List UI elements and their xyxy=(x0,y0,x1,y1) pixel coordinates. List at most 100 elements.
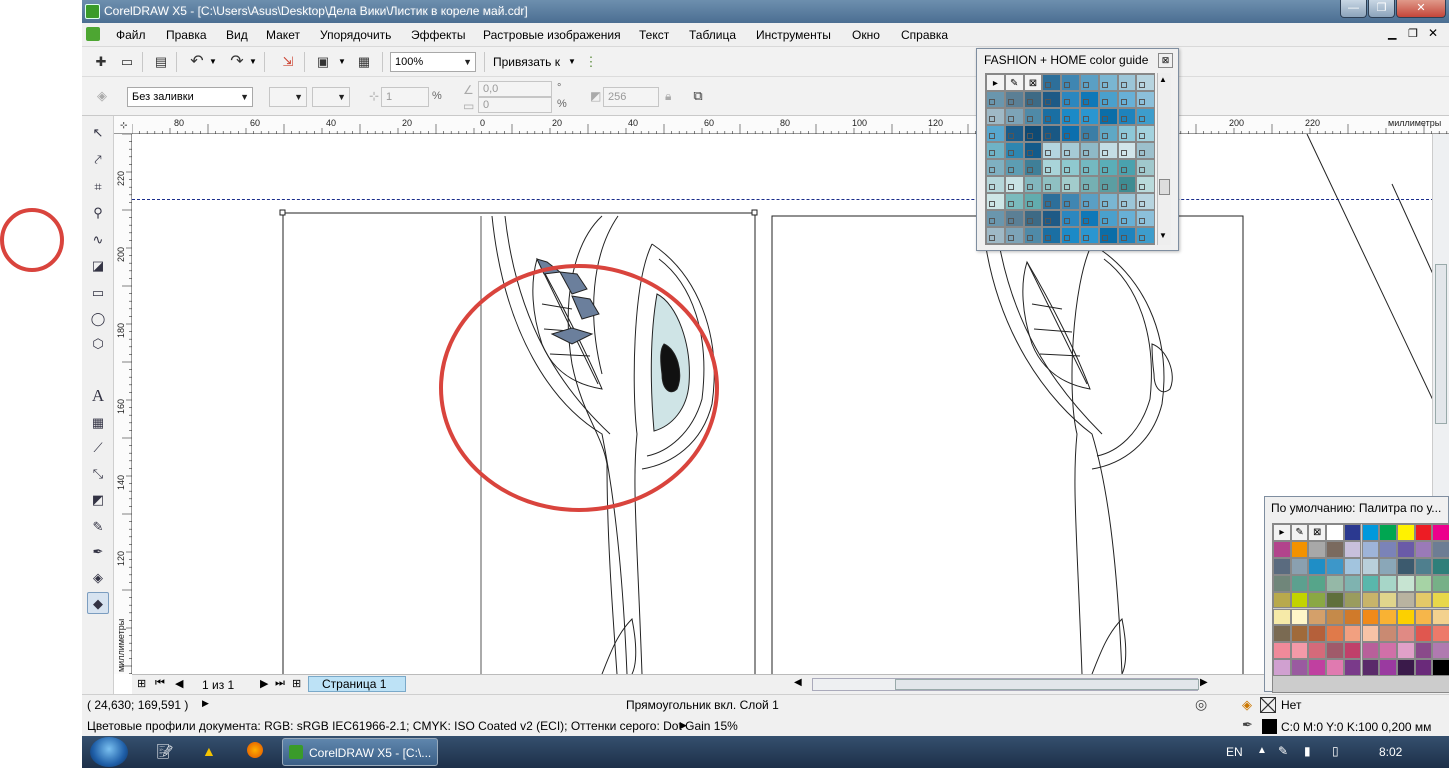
color-swatch[interactable] xyxy=(1290,659,1309,677)
color-swatch[interactable] xyxy=(1379,659,1397,677)
color-swatch[interactable] xyxy=(1136,227,1156,244)
eyedropper-icon[interactable]: ✎ xyxy=(1290,524,1309,541)
snap-to-dropdown[interactable]: Привязать к xyxy=(493,55,560,69)
color-swatch[interactable] xyxy=(1023,91,1043,108)
color-swatch[interactable] xyxy=(1136,210,1156,227)
import-icon[interactable]: ⇲ xyxy=(278,52,298,72)
menu-arrange[interactable]: Упорядочить xyxy=(320,28,391,42)
doc-minimize-icon[interactable]: ▁ xyxy=(1388,27,1396,40)
open-folder-icon[interactable]: ▭ xyxy=(117,52,137,72)
color-swatch[interactable] xyxy=(1396,540,1415,558)
color-swatch[interactable] xyxy=(1136,193,1156,210)
color-swatch[interactable] xyxy=(1061,193,1080,210)
color-select-2[interactable]: ▼ xyxy=(312,87,350,107)
palette-flyout-icon[interactable]: ▸ xyxy=(986,74,1005,91)
color-swatch[interactable] xyxy=(1343,574,1362,592)
outline-pen-icon[interactable]: ✒ xyxy=(87,541,109,563)
zoom-level-select[interactable]: 100% ▼ xyxy=(390,52,476,72)
app-icon[interactable]: ▲ xyxy=(202,743,216,759)
snap-target-icon[interactable]: ◎ xyxy=(1195,696,1207,713)
color-swatch[interactable] xyxy=(1004,91,1024,108)
color-swatch[interactable] xyxy=(1004,108,1024,125)
color-swatch[interactable] xyxy=(1080,210,1099,227)
redo-dropdown-icon[interactable]: ▼ xyxy=(249,57,257,66)
color-swatch[interactable] xyxy=(1080,227,1099,244)
leaf-artwork-left[interactable] xyxy=(491,215,715,675)
doc-close-icon[interactable]: ✕ xyxy=(1428,26,1438,40)
connector-tool-icon[interactable]: ⤡ xyxy=(87,463,109,485)
color-swatch[interactable] xyxy=(1361,574,1380,592)
color-swatch[interactable] xyxy=(1117,142,1137,159)
color-swatch[interactable] xyxy=(1290,574,1309,592)
palette-flyout-icon[interactable]: ▸ xyxy=(1273,524,1291,541)
color-swatch[interactable] xyxy=(1326,557,1344,575)
color-swatch[interactable] xyxy=(1098,108,1118,125)
color-swatch[interactable] xyxy=(1432,574,1449,592)
color-swatch[interactable] xyxy=(1379,540,1397,558)
color-swatch[interactable] xyxy=(1042,125,1062,142)
color-swatch[interactable] xyxy=(986,125,1005,142)
color-swatch[interactable] xyxy=(1343,524,1362,541)
new-document-icon[interactable]: ✚ xyxy=(91,52,111,72)
launcher-dropdown-icon[interactable]: ▼ xyxy=(338,57,346,66)
color-swatch[interactable] xyxy=(1098,142,1118,159)
color-swatch[interactable] xyxy=(1080,159,1099,176)
color-swatch[interactable] xyxy=(1042,210,1062,227)
undo-icon[interactable]: ↶ xyxy=(187,52,207,72)
color-swatch[interactable] xyxy=(1432,557,1449,575)
color-swatch[interactable] xyxy=(1290,642,1309,660)
color-swatch[interactable] xyxy=(1308,540,1327,558)
color-swatch[interactable] xyxy=(1290,625,1309,643)
menu-text[interactable]: Текст xyxy=(639,28,669,42)
color-swatch[interactable] xyxy=(1414,574,1433,592)
midpoint-input[interactable]: 1 xyxy=(381,87,429,107)
color-swatch[interactable] xyxy=(1117,91,1137,108)
color-swatch[interactable] xyxy=(1023,227,1043,244)
color-swatch[interactable] xyxy=(1098,193,1118,210)
color-swatch[interactable] xyxy=(1343,557,1362,575)
palette-swatch-grid[interactable]: ▸ ✎ ⊠ xyxy=(1272,523,1449,693)
menu-layout[interactable]: Макет xyxy=(266,28,300,42)
taskbar-coreldraw-button[interactable]: CorelDRAW X5 - [C:\... xyxy=(282,738,438,766)
color-swatch[interactable] xyxy=(1414,591,1433,609)
color-swatch[interactable] xyxy=(986,91,1005,108)
color-swatch[interactable] xyxy=(1042,74,1062,91)
color-swatch[interactable] xyxy=(1326,540,1344,558)
coords-arrow-icon[interactable]: ▶ xyxy=(202,698,209,709)
color-swatch[interactable] xyxy=(1136,108,1156,125)
color-swatch[interactable] xyxy=(1432,540,1449,558)
fill-bucket-icon[interactable]: ◈ xyxy=(1242,697,1252,713)
ellipse-tool-icon[interactable]: ◯ xyxy=(87,308,109,330)
page-add-icon[interactable]: ⊞ xyxy=(137,677,146,690)
snap-options-icon[interactable]: ⋮ xyxy=(581,52,601,72)
color-swatch[interactable] xyxy=(1343,625,1362,643)
color-swatch[interactable] xyxy=(1361,591,1380,609)
color-swatch[interactable] xyxy=(1004,159,1024,176)
no-color-swatch[interactable]: ⊠ xyxy=(1308,524,1327,541)
tray-arrow-icon[interactable]: ▲ xyxy=(1257,745,1267,756)
palette-scrollbar[interactable]: ▲ ▼ xyxy=(1157,73,1171,245)
color-swatch[interactable] xyxy=(986,176,1005,193)
color-swatch[interactable] xyxy=(1273,557,1291,575)
color-swatch[interactable] xyxy=(1117,159,1137,176)
menu-window[interactable]: Окно xyxy=(852,28,880,42)
shape-tool-icon[interactable]: ⤤ xyxy=(87,149,109,171)
menu-table[interactable]: Таблица xyxy=(689,28,736,42)
color-swatch[interactable] xyxy=(1343,659,1362,677)
color-swatch[interactable] xyxy=(1379,608,1397,626)
guideline[interactable] xyxy=(132,199,1449,200)
color-swatch[interactable] xyxy=(1080,108,1099,125)
color-swatch[interactable] xyxy=(1432,591,1449,609)
color-swatch[interactable] xyxy=(1136,142,1156,159)
color-swatch[interactable] xyxy=(1396,524,1415,541)
color-select-1[interactable]: ▼ xyxy=(269,87,307,107)
horizontal-scrollbar[interactable] xyxy=(812,678,1199,691)
color-swatch[interactable] xyxy=(1061,125,1080,142)
color-swatch[interactable] xyxy=(1273,659,1291,677)
color-swatch[interactable] xyxy=(1273,574,1291,592)
color-swatch[interactable] xyxy=(1379,642,1397,660)
start-button[interactable] xyxy=(90,737,128,767)
color-swatch[interactable] xyxy=(1290,540,1309,558)
add-page-icon[interactable]: ⊞ xyxy=(292,677,301,690)
color-swatch[interactable] xyxy=(1061,227,1080,244)
